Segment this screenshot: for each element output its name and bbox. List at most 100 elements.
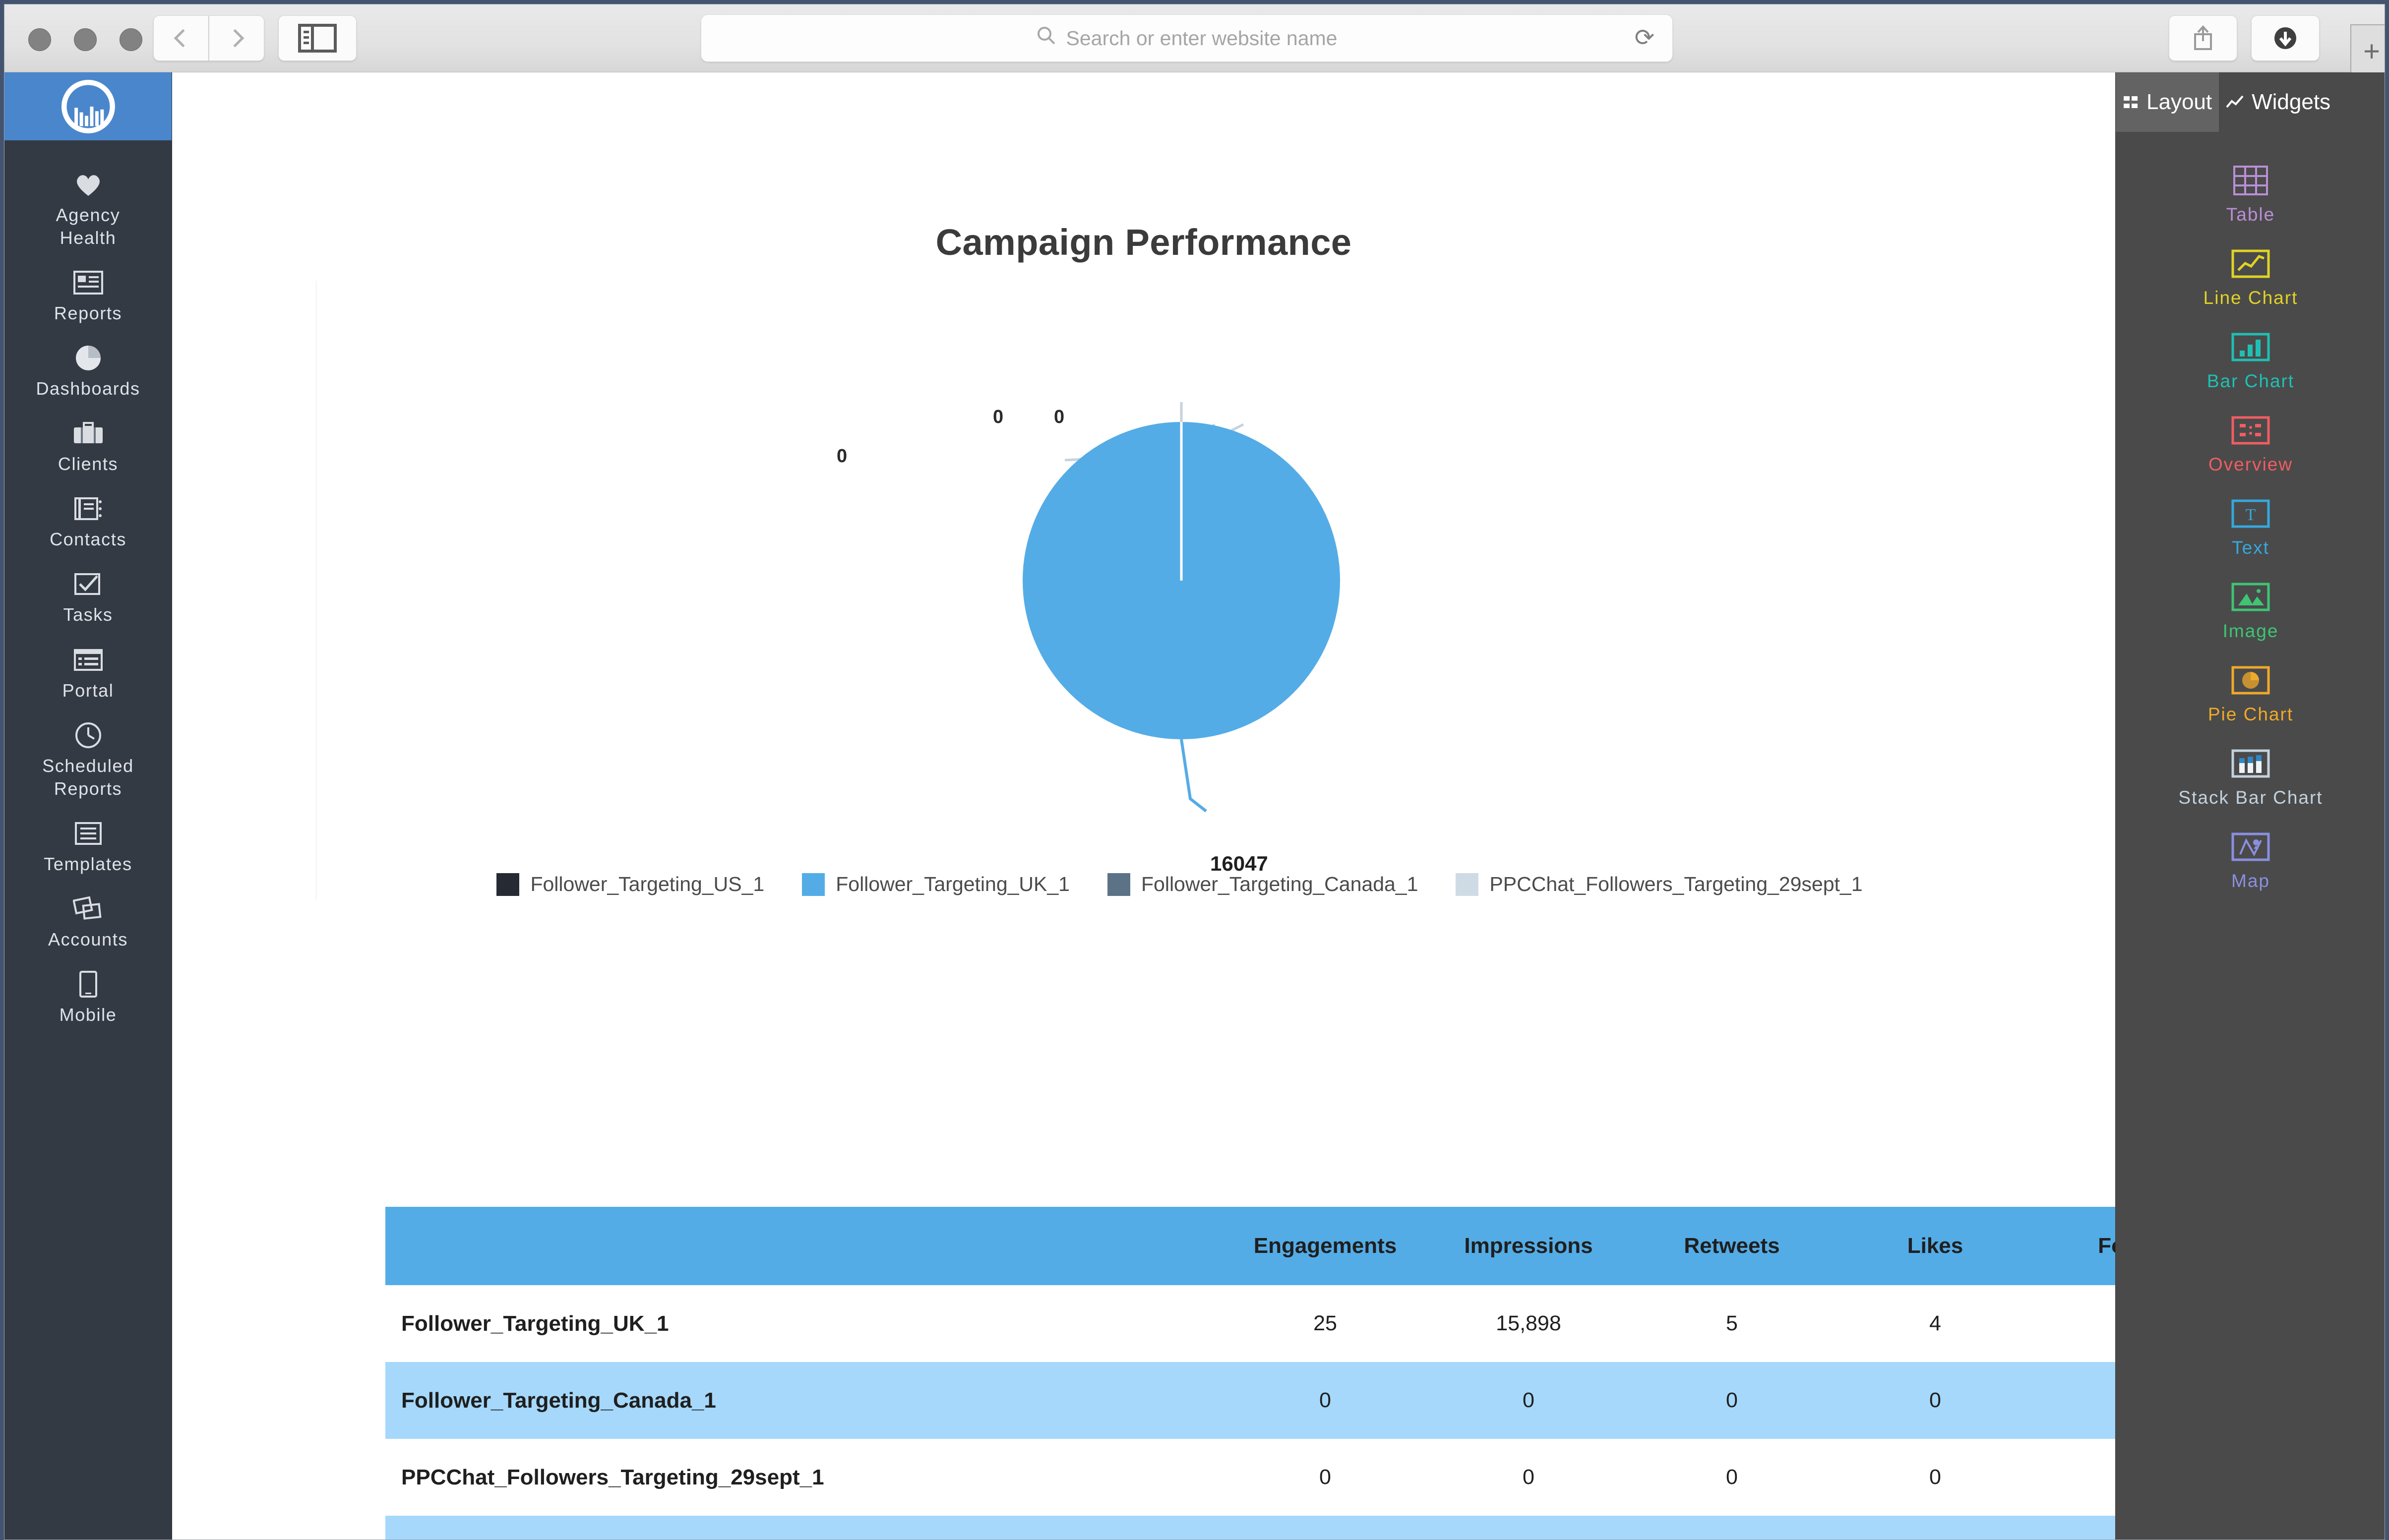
- sidebar-panel-icon: [298, 24, 337, 53]
- sidebar-item-mobile[interactable]: Mobile: [4, 962, 172, 1037]
- bar-chart-icon: [2230, 329, 2271, 365]
- chart-line-icon: [2226, 94, 2245, 110]
- widget-bar-chart[interactable]: Bar Chart: [2116, 322, 2385, 406]
- widgets-panel: Layout Widgets Table Line Chart Bar Char…: [2115, 72, 2385, 1540]
- widget-map[interactable]: Map: [2116, 822, 2385, 905]
- cell-impressions: 0: [1427, 1362, 1630, 1439]
- pie-chart-svg: [1023, 402, 1340, 813]
- widget-label: Overview: [2208, 454, 2293, 474]
- back-button[interactable]: [153, 15, 209, 61]
- widget-label: Image: [2222, 621, 2279, 641]
- desktop-background: Search or enter website name ⟳ + Agency …: [0, 0, 2389, 1540]
- sidebar-item-dashboards[interactable]: Dashboards: [4, 336, 172, 411]
- legend-swatch-icon: [802, 873, 825, 896]
- legend-swatch-icon: [1107, 873, 1130, 896]
- briefcase-icon: [71, 418, 106, 449]
- table-row[interactable]: Follower_Targeting_Canada_1 0 0 0 0 0: [385, 1362, 2115, 1439]
- minimize-window-button[interactable]: [74, 28, 97, 51]
- address-bar[interactable]: Search or enter website name ⟳: [701, 14, 1673, 62]
- column-header-impressions[interactable]: Impressions: [1427, 1207, 1630, 1285]
- cell-likes: 0: [1834, 1439, 2037, 1516]
- sidebar-item-contacts[interactable]: Contacts: [4, 486, 172, 562]
- legend-item[interactable]: Follower_Targeting_US_1: [496, 873, 764, 896]
- tablet-icon: [71, 969, 106, 1000]
- table-row[interactable]: PPCChat_Followers_Targeting_29sept_1 0 0…: [385, 1439, 2115, 1516]
- column-header-name[interactable]: [385, 1207, 1224, 1285]
- sidebar-item-portal[interactable]: Portal: [4, 638, 172, 713]
- cell-retweets: 0: [1630, 1439, 1834, 1516]
- widget-label: Stack Bar Chart: [2178, 787, 2323, 808]
- new-tab-button[interactable]: +: [2350, 24, 2385, 79]
- widget-line-chart[interactable]: Line Chart: [2116, 239, 2385, 322]
- tab-layout-label: Layout: [2146, 90, 2212, 114]
- sidebar-item-reports[interactable]: Reports: [4, 260, 172, 336]
- sidebar-item-clients[interactable]: Clients: [4, 411, 172, 486]
- cell-retweets: 0: [1630, 1516, 1834, 1540]
- image-icon: [2230, 579, 2271, 615]
- list-lines-icon: [71, 818, 106, 849]
- reload-icon[interactable]: ⟳: [1635, 26, 1654, 50]
- column-header-engagements[interactable]: Engagements: [1224, 1207, 1427, 1285]
- pie-chart-icon: [2230, 662, 2271, 698]
- campaign-metrics-table[interactable]: Engagements Impressions Retweets Likes F…: [385, 1207, 2115, 1540]
- browser-window: Search or enter website name ⟳ + Agency …: [4, 4, 2385, 1540]
- cell-likes: 0: [1834, 1516, 2037, 1540]
- close-window-button[interactable]: [28, 28, 51, 51]
- sidebar-item-agency-health[interactable]: Agency Health: [4, 162, 172, 260]
- cell-campaign-name: Follower_Targeting_UK_1: [385, 1285, 1224, 1362]
- widget-stack-bar-chart[interactable]: Stack Bar Chart: [2116, 739, 2385, 822]
- cell-likes: 0: [1834, 1362, 2037, 1439]
- sidebar-item-label: Contacts: [50, 529, 126, 550]
- column-header-retweets[interactable]: Retweets: [1630, 1207, 1834, 1285]
- cell-follows: 0: [2037, 1362, 2115, 1439]
- column-header-follows[interactable]: Follows: [2037, 1207, 2115, 1285]
- tab-layout[interactable]: Layout: [2116, 72, 2219, 132]
- share-button[interactable]: [2169, 15, 2237, 61]
- sidebar-item-scheduled-reports[interactable]: Scheduled Reports: [4, 713, 172, 811]
- cell-likes: 4: [1834, 1285, 2037, 1362]
- cell-impressions: 0: [1427, 1439, 1630, 1516]
- cell-follows: 0: [2037, 1516, 2115, 1540]
- legend-item[interactable]: Follower_Targeting_UK_1: [802, 873, 1070, 896]
- sidebar-item-accounts[interactable]: Accounts: [4, 887, 172, 962]
- pie-chart-widget[interactable]: 0 0 0 16047: [172, 350, 2115, 915]
- legend-item[interactable]: PPCChat_Followers_Targeting_29sept_1: [1456, 873, 1863, 896]
- widget-image[interactable]: Image: [2116, 572, 2385, 655]
- widget-table[interactable]: Table: [2116, 156, 2385, 239]
- widget-label: Map: [2231, 871, 2270, 891]
- address-bar-placeholder: Search or enter website name: [1066, 26, 1338, 50]
- legend-swatch-icon: [496, 873, 520, 896]
- dashboard-canvas[interactable]: Campaign Performance 0 0 0 16047 Followe…: [172, 72, 2115, 1540]
- widget-list: Table Line Chart Bar Chart Overview T Te…: [2116, 132, 2385, 905]
- contact-card-icon: [71, 493, 106, 524]
- cell-campaign-name: PPCChat_Followers_Targeting_29sept_1: [385, 1439, 1224, 1516]
- widget-pie-chart[interactable]: Pie Chart: [2116, 655, 2385, 739]
- column-header-likes[interactable]: Likes: [1834, 1207, 2037, 1285]
- widget-label: Pie Chart: [2207, 704, 2294, 724]
- app-logo[interactable]: [4, 72, 172, 140]
- sidebar-item-templates[interactable]: Templates: [4, 811, 172, 887]
- downloads-button[interactable]: [2251, 15, 2320, 61]
- cell-impressions: 0: [1427, 1516, 1630, 1540]
- search-icon: [1037, 26, 1056, 51]
- legend-item[interactable]: Follower_Targeting_Canada_1: [1107, 873, 1418, 896]
- table-row[interactable]: Follower_Targeting_UK_1 25 15,898 5 4 1: [385, 1285, 2115, 1362]
- widget-text[interactable]: T Text: [2116, 489, 2385, 572]
- sidebar-toggle-button[interactable]: [278, 15, 357, 61]
- svg-text:T: T: [2246, 506, 2256, 524]
- line-chart-icon: [2230, 246, 2271, 282]
- clock-icon: [71, 720, 106, 751]
- window-controls: [28, 28, 142, 51]
- cell-engagements: 25: [1224, 1285, 1427, 1362]
- pie-chart-icon: [71, 343, 106, 373]
- sidebar-item-tasks[interactable]: Tasks: [4, 562, 172, 637]
- cell-engagements: 0: [1224, 1516, 1427, 1540]
- table-icon: [2230, 163, 2271, 198]
- maximize-window-button[interactable]: [120, 28, 142, 51]
- tab-widgets[interactable]: Widgets: [2219, 72, 2337, 132]
- forward-button[interactable]: [209, 15, 264, 61]
- widget-overview[interactable]: Overview: [2116, 406, 2385, 489]
- table-row[interactable]: Follower_Targeting_US_1 0 0 0 0 0: [385, 1516, 2115, 1540]
- checkbox-icon: [71, 569, 106, 599]
- sidebar-item-label: Clients: [58, 454, 119, 474]
